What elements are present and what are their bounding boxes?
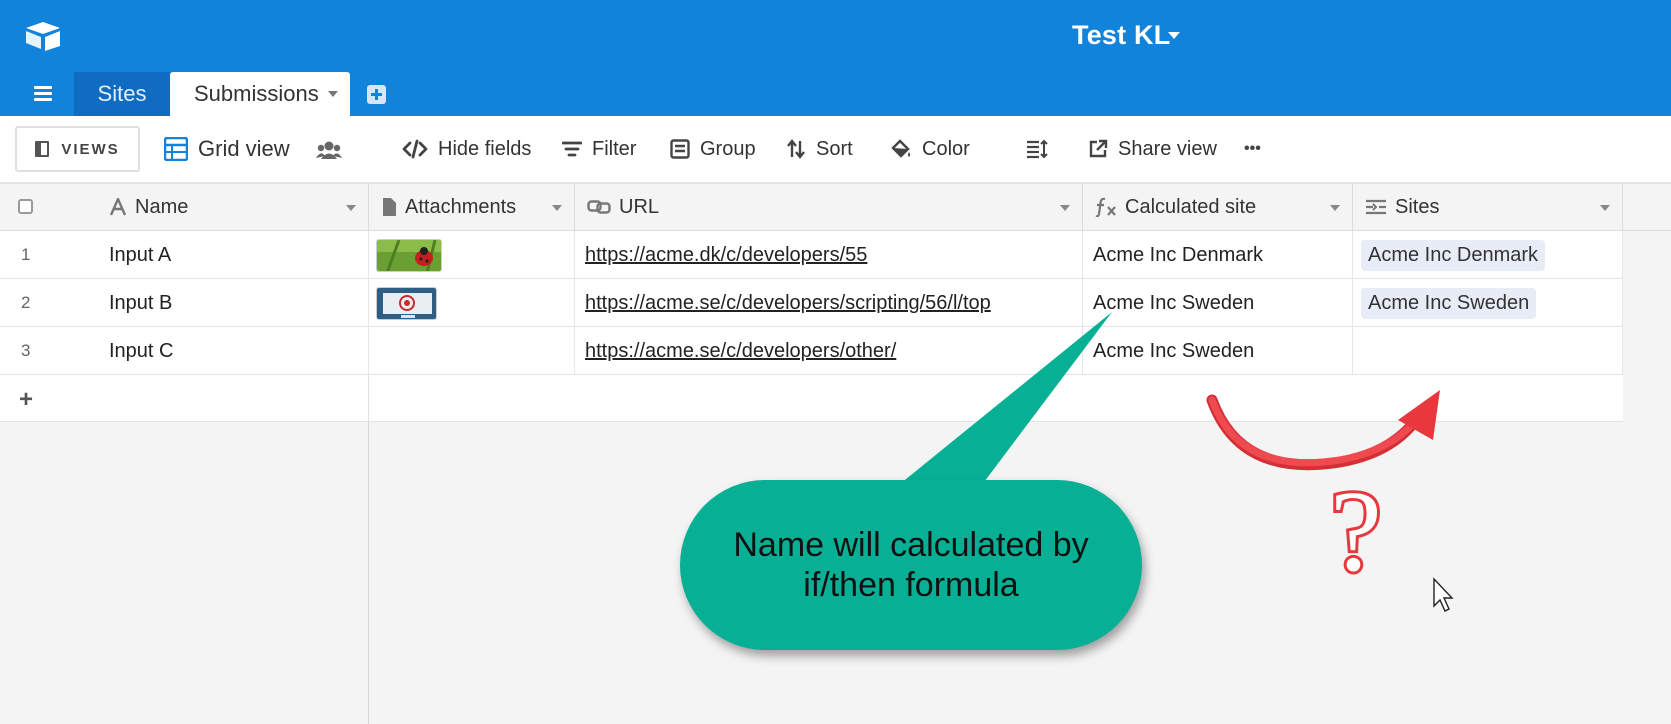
curved-arrow-icon [1206,394,1426,471]
app-window: Test KL Sites Submissions VIEWS Grid vie… [0,0,1671,724]
callout-pointer [895,312,1112,494]
callout-text: Name will calculated by if/then formula [733,526,1089,604]
question-mark: ? [1330,468,1382,596]
callout-bubble: Name will calculated by if/then formula [680,480,1142,650]
mouse-cursor-icon [1433,577,1454,612]
